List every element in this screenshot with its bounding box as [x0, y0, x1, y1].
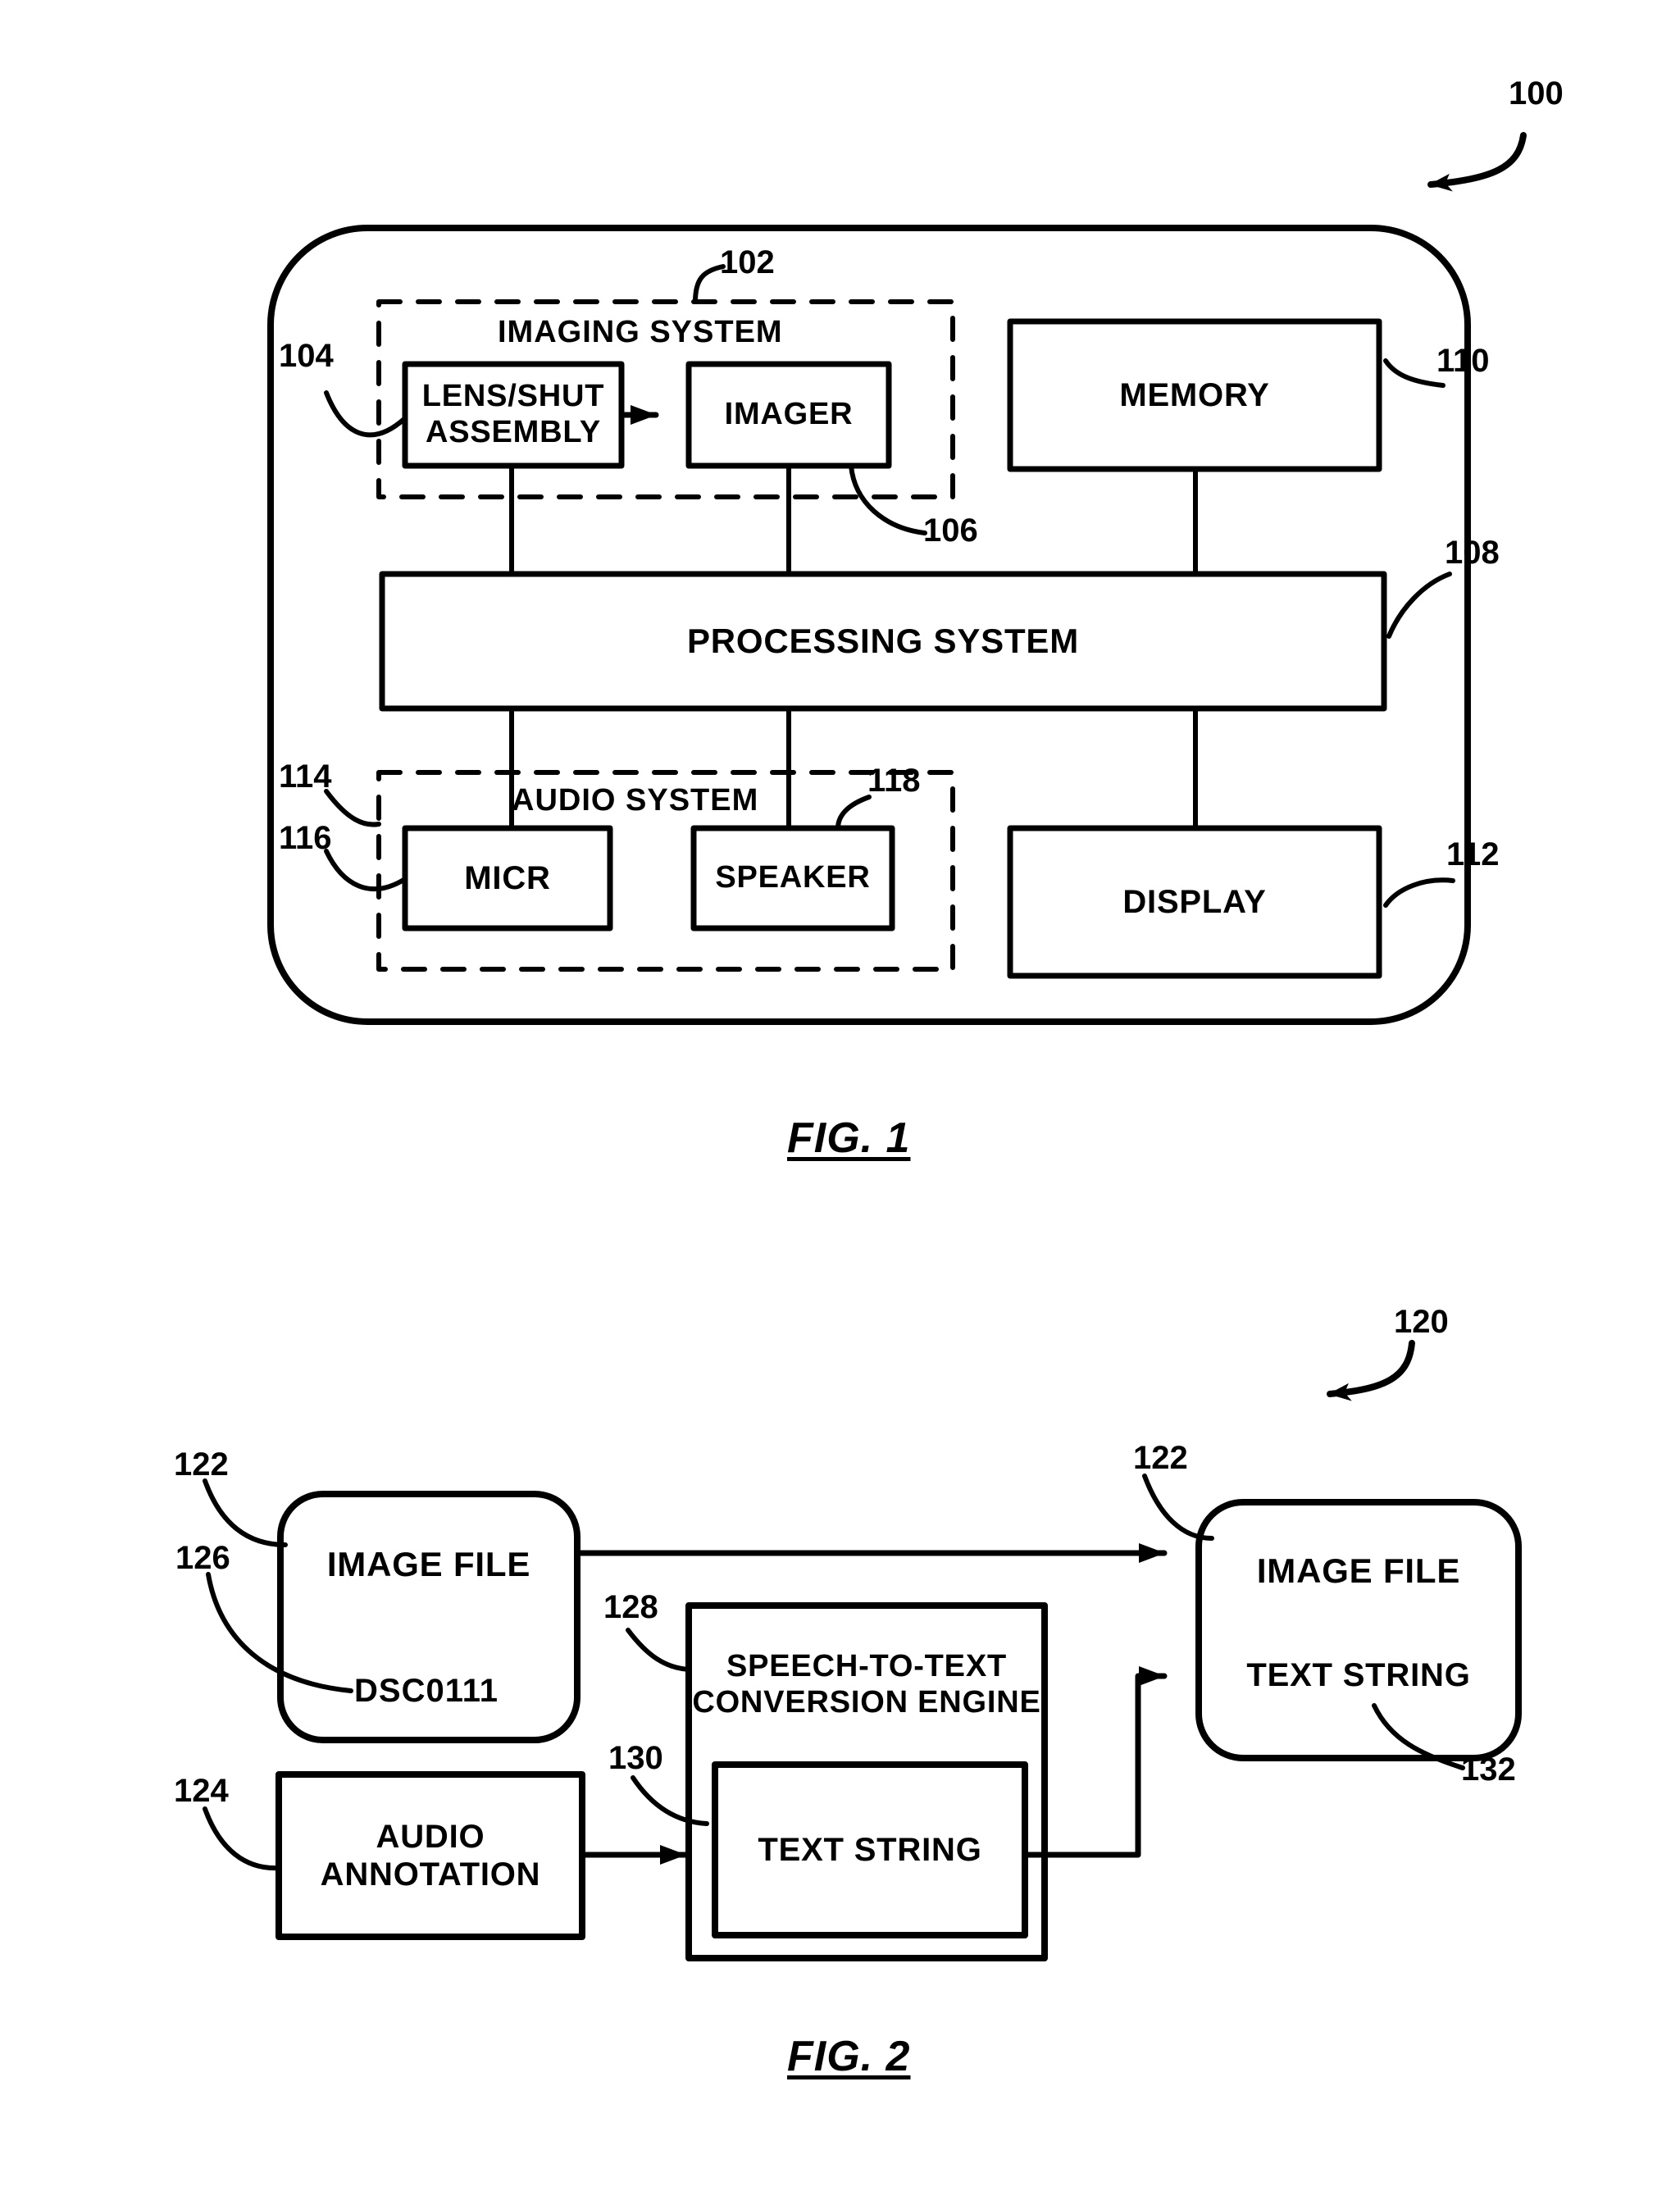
- fig1-display-label: DISPLAY: [1122, 884, 1267, 920]
- fig1-lens-shutter-label: LENS/SHUT ASSEMBLY: [421, 379, 605, 449]
- fig2-image-filename: DSC0111: [354, 1673, 499, 1709]
- fig2-text-string-inner-label: TEXT STRING: [758, 1832, 982, 1868]
- fig2-speech-to-text-engine-label: SPEECH-TO-TEXT CONVERSION ENGINE: [692, 1649, 1041, 1720]
- fig2-ref-128-leader: [626, 1628, 691, 1672]
- fig1-ref-104-leader: [324, 390, 407, 438]
- fig2-reference-124: 124: [174, 1773, 229, 1809]
- fig1-bus-connectors-top: [509, 463, 1198, 576]
- fig1-reference-106: 106: [923, 512, 978, 549]
- fig2-reference-130: 130: [608, 1740, 663, 1776]
- fig1-reference-104: 104: [279, 338, 334, 374]
- fig1-ref-100-leader: [1427, 132, 1527, 192]
- fig1-reference-118: 118: [867, 763, 921, 799]
- patent-drawing-sheet: 100 IMAGING SYSTEM 102 104 LENS/SHUT ASS…: [0, 0, 1680, 2191]
- fig1-ref-110-leader: [1383, 358, 1446, 388]
- fig2-audio-annotation-label: AUDIO ANNOTATION: [320, 1819, 541, 1893]
- fig2-ref-120-leader: [1327, 1340, 1415, 1401]
- fig1-speaker-label: SPEAKER: [715, 860, 871, 895]
- fig1-ref-118-leader: [835, 795, 872, 831]
- fig1-reference-110: 110: [1436, 343, 1490, 379]
- fig1-audio-system-title: AUDIO SYSTEM: [512, 783, 759, 818]
- fig1-ref-102-leader: [693, 264, 726, 304]
- fig1-reference-116: 116: [279, 820, 332, 856]
- fig2-ref-122-left-leader: [203, 1478, 288, 1547]
- fig1-memory-label: MEMORY: [1119, 377, 1270, 413]
- fig1-ref-116-leader: [324, 849, 407, 892]
- fig1-reference-100: 100: [1509, 75, 1564, 112]
- fig1-reference-102: 102: [720, 244, 775, 280]
- fig1-imager-label: IMAGER: [724, 397, 854, 432]
- fig2-flow-textstring-to-output: [1022, 1666, 1168, 1858]
- fig2-reference-120: 120: [1394, 1304, 1449, 1340]
- fig1-reference-108: 108: [1445, 535, 1500, 571]
- fig1-reference-112: 112: [1446, 836, 1500, 872]
- fig1-reference-114: 114: [279, 758, 332, 795]
- fig2-reference-126: 126: [175, 1540, 230, 1576]
- fig2-reference-132: 132: [1461, 1751, 1516, 1788]
- fig2-ref-124-leader: [203, 1806, 281, 1871]
- fig1-processing-system-label: PROCESSING SYSTEM: [686, 621, 1080, 660]
- fig1-micr-label: MICR: [464, 860, 551, 896]
- fig2-reference-128: 128: [603, 1589, 658, 1625]
- fig1-ref-114-leader: [324, 789, 381, 827]
- fig1-imaging-system-title: IMAGING SYSTEM: [498, 315, 783, 349]
- fig2-ref-130-leader: [631, 1775, 709, 1826]
- fig2-ref-132-leader: [1372, 1703, 1465, 1770]
- fig2-text-string-output-label: TEXT STRING: [1246, 1657, 1471, 1693]
- fig2-image-file-input-label: IMAGE FILE: [326, 1544, 531, 1583]
- fig1-ref-112-leader: [1383, 877, 1455, 908]
- fig1-ref-108-leader: [1386, 572, 1452, 639]
- fig1-caption: FIG. 1: [787, 1114, 911, 1162]
- fig2-reference-122-left: 122: [174, 1446, 229, 1483]
- fig2-caption: FIG. 2: [787, 2033, 911, 2080]
- fig2-reference-122-right: 122: [1133, 1440, 1188, 1476]
- fig2-image-file-output-label: IMAGE FILE: [1256, 1551, 1461, 1590]
- fig1-ref-106-leader: [849, 463, 927, 535]
